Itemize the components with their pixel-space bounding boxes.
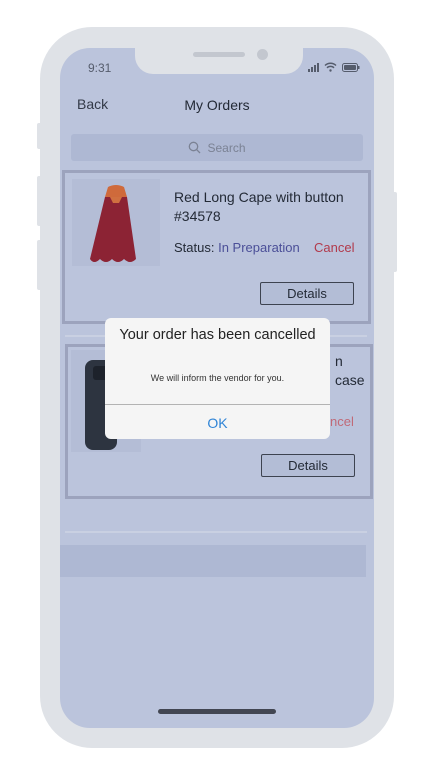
page-title: My Orders — [184, 97, 250, 113]
speaker — [193, 52, 245, 57]
status-time: 9:31 — [88, 61, 112, 75]
volume-down-button — [37, 240, 42, 290]
cape-icon — [90, 185, 136, 262]
volume-up-button — [37, 176, 42, 226]
ok-button[interactable]: OK — [105, 415, 330, 431]
details-button[interactable]: Details — [261, 454, 355, 477]
order-status: Status: In Preparation — [174, 240, 300, 255]
search-icon — [189, 141, 201, 154]
placeholder-bar — [60, 545, 366, 577]
dialog-message: We will inform the vendor for you. — [150, 373, 285, 383]
power-button — [392, 192, 397, 272]
dialog-title: Your order has been cancelled — [119, 327, 316, 343]
notch — [135, 48, 303, 74]
order-card: Red Long Cape with button #34578 Status:… — [62, 170, 371, 324]
search-bar[interactable]: Search — [71, 134, 363, 161]
product-name: Red Long Cape with button #34578 — [174, 188, 344, 226]
product-order-number: #34578 — [174, 208, 221, 224]
status-icons — [308, 62, 360, 72]
product-image-cape — [72, 179, 160, 266]
search-placeholder: Search — [207, 140, 246, 155]
product-name-partial: n case — [335, 353, 365, 388]
signal-icon — [308, 62, 319, 72]
status-value: In Preparation — [218, 240, 300, 255]
camera — [257, 49, 268, 60]
details-button[interactable]: Details — [260, 282, 354, 305]
dialog-divider — [105, 404, 330, 405]
home-indicator[interactable] — [158, 709, 276, 714]
battery-icon — [342, 62, 360, 72]
cancel-order-link[interactable]: Cancel — [314, 240, 354, 255]
cancel-confirmation-dialog: Your order has been cancelled We will in… — [105, 318, 330, 439]
product-name-line1: Red Long Cape with button — [174, 189, 344, 205]
cancel-order-link[interactable]: ncel — [330, 414, 354, 429]
wifi-icon — [324, 62, 337, 72]
silent-switch — [37, 123, 42, 149]
divider — [65, 531, 367, 533]
status-label: Status: — [174, 240, 215, 255]
